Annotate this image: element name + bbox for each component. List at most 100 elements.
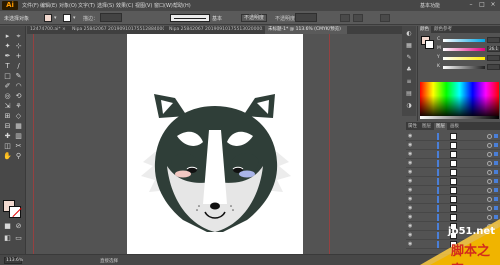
color-panel-icon[interactable]: ◐ (405, 30, 413, 38)
menu-view[interactable]: 视图(V) (135, 2, 152, 9)
screen-mode-icon[interactable]: ▭ (14, 234, 23, 243)
layer-row[interactable]: ◉ (406, 141, 500, 150)
color-mode-icon[interactable]: ■ (3, 222, 12, 231)
layer-row[interactable]: ◉ (406, 168, 500, 177)
gradient-tool-icon[interactable]: ✚ (3, 132, 12, 141)
eye-icon[interactable]: ◉ (408, 224, 414, 229)
menu-type[interactable]: 文字(T) (78, 2, 95, 9)
gradient-panel-icon[interactable]: ▤ (405, 90, 413, 98)
canvas[interactable] (27, 34, 402, 256)
direct-selection-tool-icon[interactable]: ⌖ (14, 32, 23, 41)
draw-mode-icon[interactable]: ◧ (3, 234, 12, 243)
preferences-icon[interactable] (353, 14, 363, 22)
target-icon[interactable] (487, 134, 492, 139)
layer-row[interactable]: ◉ (406, 159, 500, 168)
layer-row[interactable]: ◉ (406, 186, 500, 195)
menu-object[interactable]: 对象(O) (59, 2, 77, 9)
free-transform-tool-icon[interactable]: ⊞ (3, 112, 12, 121)
magenta-value[interactable]: 26.1 (487, 46, 500, 52)
eye-icon[interactable]: ◉ (408, 233, 414, 238)
rectangle-tool-icon[interactable]: □ (3, 72, 12, 81)
document-tab[interactable]: Nipa 25842067 20190910175513020000.ai* × (166, 26, 263, 34)
target-icon[interactable] (487, 179, 492, 184)
scissors-tool-icon[interactable]: ✋ (3, 152, 12, 161)
workspace-switcher[interactable]: 基本功能 (420, 2, 440, 9)
eye-icon[interactable]: ◉ (408, 242, 414, 247)
target-icon[interactable] (487, 197, 492, 202)
graph-tool-icon[interactable]: ◫ (3, 142, 12, 151)
eye-icon[interactable]: ◉ (408, 188, 414, 193)
document-tab[interactable]: Nipa 25842067 20190910175512884000.ai* × (69, 26, 164, 34)
artboard-tool-icon[interactable]: ✂ (14, 142, 23, 151)
document-setup-icon[interactable] (340, 14, 350, 22)
layer-row[interactable]: ◉ (406, 204, 500, 213)
zoom-field[interactable]: 113.6% (4, 257, 23, 264)
cyan-value[interactable] (487, 37, 500, 43)
yellow-slider[interactable] (443, 57, 485, 60)
line-tool-icon[interactable]: / (14, 62, 23, 71)
layer-row[interactable]: ◉ (406, 195, 500, 204)
stroke-swatch[interactable] (9, 206, 21, 218)
menu-edit[interactable]: 编辑(E) (40, 2, 57, 9)
tab-properties[interactable]: 属性 (406, 123, 419, 130)
curvature-tool-icon[interactable]: + (14, 52, 23, 61)
tab-artboards[interactable]: 画板 (448, 123, 461, 130)
target-icon[interactable] (487, 143, 492, 148)
artboard[interactable] (127, 34, 303, 256)
layer-row[interactable]: ◉ (406, 150, 500, 159)
menu-file[interactable]: 文件(F) (22, 2, 39, 9)
opacity-field[interactable] (295, 13, 317, 22)
layer-row[interactable]: ◉ (406, 177, 500, 186)
eraser-tool-icon[interactable]: ◠ (14, 82, 23, 91)
chevron-down-icon[interactable]: ▾ (73, 15, 76, 21)
none-mode-icon[interactable]: ⊘ (14, 222, 23, 231)
tab-layers-1[interactable]: 图层 (420, 123, 433, 130)
perspective-grid-tool-icon[interactable]: ⊟ (3, 122, 12, 131)
lasso-tool-icon[interactable]: ⊹ (14, 42, 23, 51)
style-dropdown[interactable]: 不透明度 (241, 14, 267, 22)
color-spectrum[interactable] (420, 82, 499, 116)
eye-icon[interactable]: ◉ (408, 134, 414, 139)
target-icon[interactable] (487, 161, 492, 166)
menu-help[interactable]: 帮助(H) (173, 2, 191, 9)
brush-profile-label[interactable]: 基本 (212, 15, 222, 22)
target-icon[interactable] (487, 188, 492, 193)
shape-builder-tool-icon[interactable]: ◇ (14, 112, 23, 121)
arrange-icon[interactable] (380, 14, 390, 22)
eye-icon[interactable]: ◉ (408, 152, 414, 157)
brushes-panel-icon[interactable]: ✎ (405, 54, 413, 62)
reflect-tool-icon[interactable]: ⟲ (14, 92, 23, 101)
hand-tool-icon[interactable]: ⚲ (14, 152, 23, 161)
symbols-panel-icon[interactable]: ♣ (405, 66, 413, 74)
stroke-profile-dropdown[interactable] (170, 14, 210, 22)
magic-wand-tool-icon[interactable]: ✦ (3, 42, 12, 51)
stroke-weight-field[interactable] (100, 13, 122, 22)
selection-tool-icon[interactable]: ▸ (3, 32, 12, 41)
raccoon-artwork[interactable] (127, 34, 303, 256)
type-tool-icon[interactable]: T (3, 62, 12, 71)
tab-layers[interactable]: 图层 (434, 123, 447, 130)
menu-window[interactable]: 窗口(W) (154, 2, 173, 9)
target-icon[interactable] (487, 206, 492, 211)
panel-stroke-chip[interactable] (425, 40, 434, 49)
eyedropper-tool-icon[interactable]: ▥ (14, 132, 23, 141)
target-icon[interactable] (487, 152, 492, 157)
stroke-color-swatch[interactable] (63, 14, 71, 22)
scale-tool-icon[interactable]: ⇲ (3, 102, 12, 111)
pen-tool-icon[interactable]: ✒ (3, 52, 12, 61)
document-tab-active[interactable]: 未标题-1* @ 113.6% (CMYK/预览) (265, 26, 347, 34)
tab-color[interactable]: 颜色 (418, 26, 431, 33)
eye-icon[interactable]: ◉ (408, 179, 414, 184)
maximize-button[interactable]: □ (477, 1, 487, 9)
eye-icon[interactable]: ◉ (408, 170, 414, 175)
layer-row[interactable]: ◉ (406, 132, 500, 141)
cyan-slider[interactable] (443, 39, 485, 42)
grayscale-ramp[interactable] (420, 116, 499, 119)
close-button[interactable]: × (488, 1, 498, 9)
transparency-panel-icon[interactable]: ◑ (405, 102, 413, 110)
document-tab[interactable]: 12474700.ai* × (27, 26, 67, 34)
menu-effect[interactable]: 效果(C) (116, 2, 133, 9)
chevron-down-icon[interactable]: ▾ (54, 15, 57, 21)
black-value[interactable] (487, 64, 500, 70)
eye-icon[interactable]: ◉ (408, 206, 414, 211)
